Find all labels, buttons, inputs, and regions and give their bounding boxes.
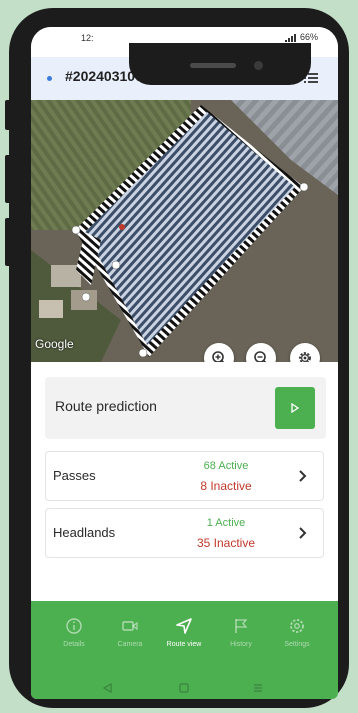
nav-label: Details — [63, 641, 85, 648]
system-home-icon[interactable] — [178, 683, 190, 693]
nav-route-view[interactable]: Route view — [156, 617, 212, 648]
bottom-navigation: Details Camera Route view History Settin… — [31, 601, 338, 699]
zoom-in-icon — [212, 351, 225, 362]
phone-notch — [129, 43, 311, 85]
map-view[interactable]: Google — [31, 100, 338, 362]
nav-camera[interactable]: Camera — [102, 617, 158, 648]
system-recents-icon[interactable] — [252, 683, 264, 693]
nav-label: Route view — [166, 641, 202, 648]
navigation-arrow-icon — [176, 618, 192, 634]
route-prediction-card: Route prediction — [45, 377, 326, 439]
system-back-icon[interactable] — [101, 683, 113, 693]
route-prediction-play-button[interactable] — [275, 387, 315, 429]
status-right: 66% — [285, 32, 318, 42]
phone-side-button — [5, 155, 11, 203]
chevron-right-icon[interactable] — [297, 469, 307, 483]
battery-level: 66% — [299, 32, 318, 42]
nav-label: Camera — [117, 641, 143, 648]
signal-icon — [285, 33, 297, 42]
play-icon — [291, 403, 299, 413]
flag-icon — [235, 619, 248, 633]
satellite-map[interactable] — [31, 100, 338, 362]
route-prediction-label: Route prediction — [55, 398, 157, 414]
passes-inactive-count: 8 Inactive — [200, 479, 252, 493]
nav-label: Settings — [284, 641, 310, 648]
headlands-label: Headlands — [53, 525, 116, 540]
video-camera-icon — [122, 621, 138, 631]
passes-active-count: 68 Active — [203, 460, 249, 472]
settings-gear-icon — [299, 352, 311, 362]
position-marker — [119, 224, 125, 230]
headlands-card[interactable]: Headlands 1 Active 35 Inactive — [45, 508, 324, 558]
gear-icon — [290, 619, 304, 633]
phone-side-button — [5, 100, 11, 130]
nav-label: History — [230, 641, 252, 648]
nav-details[interactable]: Details — [46, 617, 102, 648]
headlands-inactive-count: 35 Inactive — [196, 536, 256, 550]
info-icon — [66, 618, 82, 634]
status-time: 12: — [81, 33, 94, 43]
headlands-active-count: 1 Active — [206, 517, 246, 529]
chevron-right-icon[interactable] — [297, 526, 307, 540]
nav-settings[interactable]: Settings — [269, 617, 325, 648]
speaker-grille — [190, 63, 236, 68]
passes-card[interactable]: Passes 68 Active 8 Inactive — [45, 451, 324, 501]
app-screen: 12: 66% #20240310046 Google Route predic… — [31, 27, 338, 699]
phone-side-button — [5, 218, 11, 266]
passes-label: Passes — [53, 468, 96, 483]
connection-dot — [47, 76, 52, 81]
nav-history[interactable]: History — [213, 617, 269, 648]
front-camera — [254, 61, 263, 70]
map-attribution: Google — [35, 337, 74, 351]
zoom-out-icon — [254, 351, 267, 362]
